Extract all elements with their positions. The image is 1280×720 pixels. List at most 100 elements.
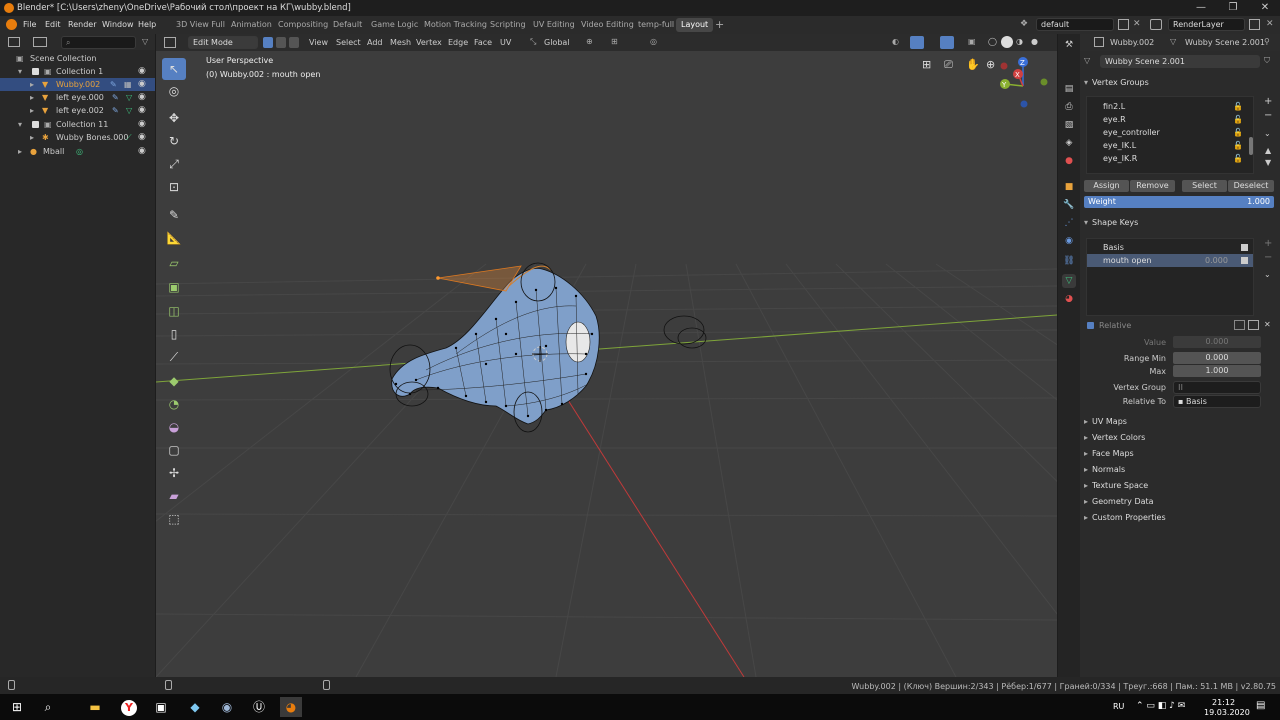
select-button[interactable]: Select (1182, 180, 1227, 192)
delete-layer-icon[interactable]: ✕ (1266, 19, 1274, 29)
include-checkbox[interactable] (32, 68, 39, 75)
assign-button[interactable]: Assign (1084, 180, 1129, 192)
tool-extrude[interactable]: ▱ (162, 252, 186, 274)
blender-menu-icon[interactable] (6, 19, 17, 30)
tool-settings-tab-icon[interactable]: ⚒ (1062, 38, 1076, 52)
uv-maps-section[interactable]: ▸ UV Maps (1084, 415, 1278, 429)
tool-cursor[interactable]: ◎ (162, 80, 186, 102)
visibility-eye-icon[interactable]: ◉ (138, 93, 147, 102)
tool-annotate[interactable]: ✎ (162, 204, 186, 226)
expand-arrow-icon[interactable]: ▾ (18, 65, 22, 78)
tool-knife[interactable]: ⟋ (162, 346, 186, 368)
clear-shape-icon[interactable]: ✕ (1264, 320, 1271, 329)
expand-arrow-icon[interactable]: ▸ (18, 145, 22, 158)
tab-temp-full[interactable]: temp-full (633, 18, 679, 32)
relative-to-field[interactable]: ▪ Basis (1173, 395, 1261, 408)
mute-checkbox[interactable] (1241, 257, 1248, 264)
deselect-button[interactable]: Deselect (1228, 180, 1274, 192)
pivot-icon[interactable]: ⊕ (586, 37, 593, 46)
remove-vertex-group-icon[interactable]: − (1264, 110, 1272, 121)
menu-help[interactable]: Help (138, 20, 156, 29)
search-icon[interactable]: ⌕ (37, 697, 59, 717)
rendered-shading-icon[interactable]: ● (1031, 37, 1038, 46)
menu-vertex[interactable]: Vertex (416, 38, 442, 47)
outliner-row-scene-collection[interactable]: ▣ Scene Collection (0, 52, 155, 65)
edge-select-icon[interactable] (276, 37, 286, 48)
output-tab-icon[interactable]: ⎙ (1062, 100, 1076, 114)
wireframe-shading-icon[interactable]: ◯ (988, 37, 997, 46)
visibility-eye-icon[interactable]: ◉ (138, 147, 147, 156)
tool-smooth[interactable]: ◒ (162, 416, 186, 438)
outliner-row-wubby[interactable]: ▸ ▼ Wubby.002 ✎ ▦ ◉ (0, 78, 155, 91)
include-checkbox[interactable] (32, 121, 39, 128)
list-item[interactable]: eye_IK.R 🔓 (1087, 152, 1253, 165)
modifier-tab-icon[interactable]: 🔧 (1062, 198, 1076, 212)
add-vertex-group-icon[interactable]: + (1264, 96, 1272, 107)
geometry-data-section[interactable]: ▸ Geometry Data (1084, 495, 1278, 509)
yandex-browser-icon[interactable]: Y (118, 697, 140, 717)
scene-tab-icon[interactable]: ◈ (1062, 136, 1076, 150)
wubby-mesh[interactable] (391, 265, 600, 425)
expand-arrow-icon[interactable]: ▸ (30, 91, 34, 104)
tool-select-box[interactable]: ↖ (162, 58, 186, 80)
outliner-row-mball[interactable]: ▸ ● Mball ◎ ◉ (0, 145, 155, 158)
visibility-icon[interactable]: ◐ (892, 37, 899, 46)
tab-layout[interactable]: Layout (676, 18, 714, 32)
remove-shape-key-icon[interactable]: − (1264, 252, 1272, 263)
editor-type-icon[interactable] (164, 37, 176, 48)
editor-type-icon[interactable] (8, 37, 20, 47)
vertex-colors-section[interactable]: ▸ Vertex Colors (1084, 431, 1278, 445)
menu-file[interactable]: File (23, 20, 36, 29)
constraints-tab-icon[interactable]: ⛓ (1062, 254, 1076, 268)
weight-slider[interactable]: Weight 1.000 (1084, 196, 1274, 208)
list-item[interactable]: eye_IK.L 🔓 (1087, 139, 1253, 152)
mesh-data-field[interactable]: Wubby Scene 2.001 (1100, 55, 1260, 68)
tab-game-logic[interactable]: Game Logic (366, 18, 423, 32)
menu-mesh[interactable]: Mesh (390, 38, 411, 47)
display-mode-icon[interactable] (33, 37, 47, 47)
tool-scale[interactable]: ⤢ (162, 153, 186, 175)
tray-icons[interactable]: ⌃ ▭ ◧ ♪ ✉ (1136, 701, 1185, 711)
menu-add[interactable]: Add (367, 38, 383, 47)
xray-icon[interactable]: ▣ (968, 37, 976, 46)
outliner-row-collection-1[interactable]: ▾ ▣ Collection 1 ◉ (0, 65, 155, 78)
outliner-row-wubby-bones[interactable]: ▸ ✱ Wubby Bones.000 ⟋ ◉ (0, 131, 155, 144)
pin-shape-icon[interactable] (1234, 320, 1245, 330)
list-item[interactable]: eye.R 🔓 (1087, 113, 1253, 126)
proportional-edit-icon[interactable]: ◎ (650, 37, 657, 46)
menu-edit[interactable]: Edit (45, 20, 61, 29)
tab-uv-editing[interactable]: UV Editing (528, 18, 580, 32)
vertex-group-field[interactable]: ⁝⁝ (1173, 381, 1261, 394)
remove-button[interactable]: Remove (1130, 180, 1175, 192)
visibility-eye-icon[interactable]: ◉ (138, 80, 147, 89)
clock-date[interactable]: 19.03.2020 (1204, 708, 1250, 717)
clock-time[interactable]: 21:12 (1212, 698, 1235, 707)
fake-user-icon[interactable]: ⛉ (1264, 56, 1270, 66)
expand-arrow-icon[interactable]: ▸ (30, 131, 34, 144)
menu-edge[interactable]: Edge (448, 38, 468, 47)
orientation-dropdown[interactable]: Global (544, 38, 570, 47)
tool-transform[interactable]: ⊡ (162, 176, 186, 198)
list-item[interactable]: Basis (1087, 241, 1253, 254)
unreal-engine-icon[interactable]: Ⓤ (248, 697, 270, 717)
edit-mode-shape-icon[interactable] (1248, 320, 1259, 330)
tool-rip[interactable]: ⬚ (162, 508, 186, 530)
menu-view[interactable]: View (309, 38, 328, 47)
lock-icon[interactable]: 🔓 (1233, 126, 1243, 139)
notifications-icon[interactable]: ▤ (1256, 700, 1265, 711)
range-min-field[interactable]: 0.000 (1173, 352, 1261, 364)
list-scrollbar[interactable] (1249, 137, 1253, 155)
face-maps-section[interactable]: ▸ Face Maps (1084, 447, 1278, 461)
tab-scripting[interactable]: Scripting (485, 18, 531, 32)
input-language[interactable]: RU (1113, 702, 1124, 711)
tool-edge-slide[interactable]: ▢ (162, 439, 186, 461)
tab-compositing[interactable]: Compositing (273, 18, 333, 32)
pin-icon[interactable]: ⚲ (1264, 37, 1270, 46)
lock-icon[interactable]: 🔓 (1233, 113, 1243, 126)
outliner-row-left-eye-002[interactable]: ▸ ▼ left eye.002 ✎ ▽ ◉ (0, 104, 155, 117)
snap-icon[interactable]: ⊞ (611, 37, 618, 46)
world-tab-icon[interactable]: ● (1062, 154, 1076, 168)
zoom-icon[interactable]: ⊕ (986, 58, 995, 71)
lock-icon[interactable]: 🔓 (1233, 152, 1243, 165)
list-item[interactable]: mouth open 0.000 (1087, 254, 1253, 267)
